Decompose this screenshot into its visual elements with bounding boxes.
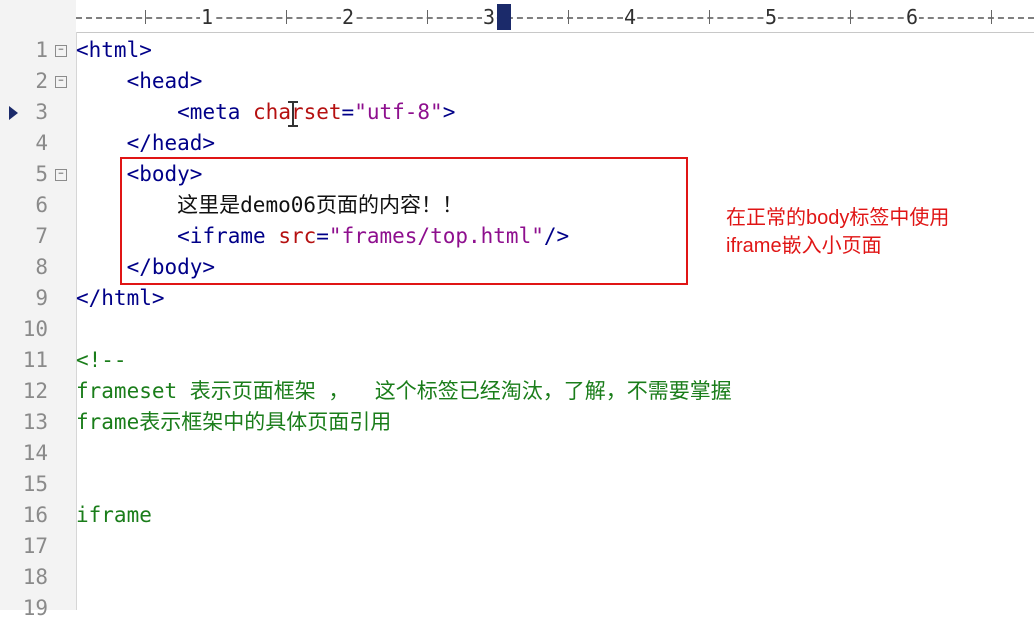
- line-number: 18: [22, 565, 48, 589]
- code-editor[interactable]: <html> <head> <meta charset="utf-8"> </h…: [76, 32, 1034, 610]
- annotation-note: 在正常的body标签中使用 iframe嵌入小页面: [726, 207, 950, 257]
- ruler-tick: [145, 10, 146, 24]
- ruler-number: 5: [764, 5, 779, 29]
- code-line-1[interactable]: <html>: [76, 35, 152, 66]
- code-line-16[interactable]: iframe: [76, 500, 152, 531]
- code-line-2[interactable]: <head>: [76, 66, 203, 97]
- ruler-number: 4: [623, 5, 638, 29]
- code-line-12[interactable]: frameset 表示页面框架 ， 这个标签已经淘汰，了解，不需要掌握: [76, 376, 732, 407]
- line-number: 17: [22, 534, 48, 558]
- line-number: 19: [22, 596, 48, 620]
- ruler-cursor-marker[interactable]: [497, 4, 511, 30]
- line-number: 10: [22, 317, 48, 341]
- line-number: 7: [35, 224, 48, 248]
- ruler-gutter: [0, 0, 77, 32]
- line-number: 12: [22, 379, 48, 403]
- fold-toggle-icon[interactable]: −: [55, 76, 67, 88]
- ruler-tick: [427, 10, 428, 24]
- ruler-tick: [568, 10, 569, 24]
- highlight-box: [120, 157, 688, 285]
- ruler-number: 6: [905, 5, 920, 29]
- line-number: 15: [22, 472, 48, 496]
- line-number-gutter[interactable]: 1 2 3 4 5 6 7 8 9 10 11 12 13 14 15 16 1…: [0, 32, 77, 620]
- line-number: 2: [35, 69, 48, 93]
- line-number: 3: [35, 100, 48, 124]
- ruler-tick: [286, 10, 287, 24]
- ruler-number: 3: [482, 5, 497, 29]
- code-line-9[interactable]: </html>: [76, 283, 165, 314]
- code-line-4[interactable]: </head>: [76, 128, 216, 159]
- text-cursor-icon: [288, 101, 298, 127]
- bookmark-arrow-icon[interactable]: [9, 106, 18, 120]
- line-number: 8: [35, 255, 48, 279]
- line-number: 16: [22, 503, 48, 527]
- line-number: 6: [35, 193, 48, 217]
- fold-toggle-icon[interactable]: −: [55, 45, 67, 57]
- code-line-3[interactable]: <meta charset="utf-8">: [76, 97, 455, 128]
- line-number: 5: [35, 162, 48, 186]
- column-ruler: 1 2 3 4 5 6: [0, 0, 1034, 33]
- ruler-tick: [850, 10, 851, 24]
- code-line-13[interactable]: frame表示框架中的具体页面引用: [76, 407, 391, 438]
- ruler-number: 2: [341, 5, 356, 29]
- code-line-11[interactable]: <!--: [76, 345, 127, 376]
- line-number: 13: [22, 410, 48, 434]
- ruler-tick: [991, 10, 992, 24]
- line-number: 1: [35, 38, 48, 62]
- ruler-number: 1: [200, 5, 215, 29]
- ruler-track: 1 2 3 4 5 6: [76, 0, 1034, 33]
- ruler-tick: [709, 10, 710, 24]
- fold-toggle-icon[interactable]: −: [55, 169, 67, 181]
- line-number: 4: [35, 131, 48, 155]
- ruler-dashes: [76, 17, 1034, 19]
- line-number: 11: [22, 348, 48, 372]
- line-number: 14: [22, 441, 48, 465]
- line-number: 9: [35, 286, 48, 310]
